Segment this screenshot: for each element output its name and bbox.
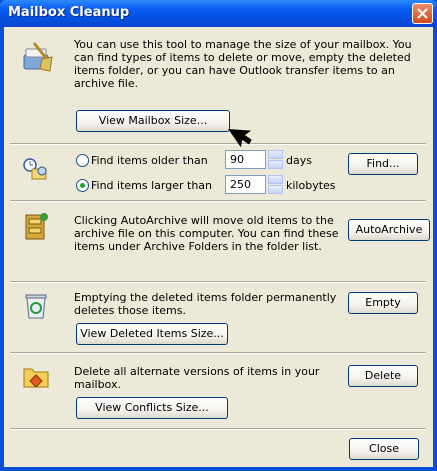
- mailbox-size-section: You can use this tool to manage the size…: [10, 27, 426, 148]
- recycle-bin-icon: [25, 294, 47, 319]
- mailbox-cleanup-dialog: Mailbox Cleanup You can use this tool to…: [0, 0, 437, 471]
- conflicts-folder-icon: [23, 368, 49, 388]
- deleted-items-section: Emptying the deleted items folder perman…: [10, 282, 426, 353]
- larger-kb-input[interactable]: 250: [225, 175, 266, 194]
- title-bar[interactable]: Mailbox Cleanup: [0, 0, 437, 27]
- find-items-icon: [23, 158, 47, 180]
- find-larger-radio[interactable]: [76, 179, 89, 192]
- broom-icon: [23, 42, 53, 72]
- close-icon: [417, 8, 428, 19]
- delete-button[interactable]: Delete: [348, 365, 418, 387]
- spin-down-icon[interactable]: [268, 185, 283, 194]
- find-items-section: Find items older than 90 days Find items…: [10, 144, 426, 201]
- autoarchive-description: Clicking AutoArchive will move old items…: [74, 214, 339, 253]
- find-older-radio[interactable]: [76, 154, 89, 167]
- radio-selected-dot: [80, 183, 85, 188]
- find-button[interactable]: Find...: [348, 153, 418, 175]
- find-larger-label: Find items larger than: [91, 179, 213, 192]
- larger-kb-spinner[interactable]: [268, 175, 283, 194]
- spin-up-icon[interactable]: [268, 150, 283, 159]
- older-days-input[interactable]: 90: [225, 150, 266, 169]
- find-older-label: Find items older than: [91, 154, 208, 167]
- older-days-spinner[interactable]: [268, 150, 283, 169]
- autoarchive-section: Clicking AutoArchive will move old items…: [10, 201, 430, 282]
- window-title: Mailbox Cleanup: [8, 5, 130, 20]
- larger-kb-unit: kilobytes: [286, 179, 336, 192]
- view-deleted-items-size-button[interactable]: View Deleted Items Size...: [76, 323, 228, 345]
- view-mailbox-size-button[interactable]: View Mailbox Size...: [76, 110, 230, 132]
- view-conflicts-size-button[interactable]: View Conflicts Size...: [76, 397, 228, 419]
- conflicts-section: Delete all alternate versions of items i…: [10, 353, 426, 429]
- dialog-body: You can use this tool to manage the size…: [4, 27, 433, 467]
- autoarchive-button[interactable]: AutoArchive: [348, 219, 430, 241]
- conflicts-description: Delete all alternate versions of items i…: [74, 365, 320, 391]
- autoarchive-icon: [25, 213, 48, 240]
- spin-down-icon[interactable]: [268, 160, 283, 169]
- deleted-items-description: Emptying the deleted items folder perman…: [74, 291, 337, 317]
- older-days-unit: days: [286, 154, 312, 167]
- empty-button[interactable]: Empty: [348, 292, 418, 314]
- close-button[interactable]: Close: [349, 438, 419, 460]
- close-window-button[interactable]: [412, 3, 433, 24]
- spin-up-icon[interactable]: [268, 175, 283, 184]
- mailbox-size-description: You can use this tool to manage the size…: [74, 38, 412, 90]
